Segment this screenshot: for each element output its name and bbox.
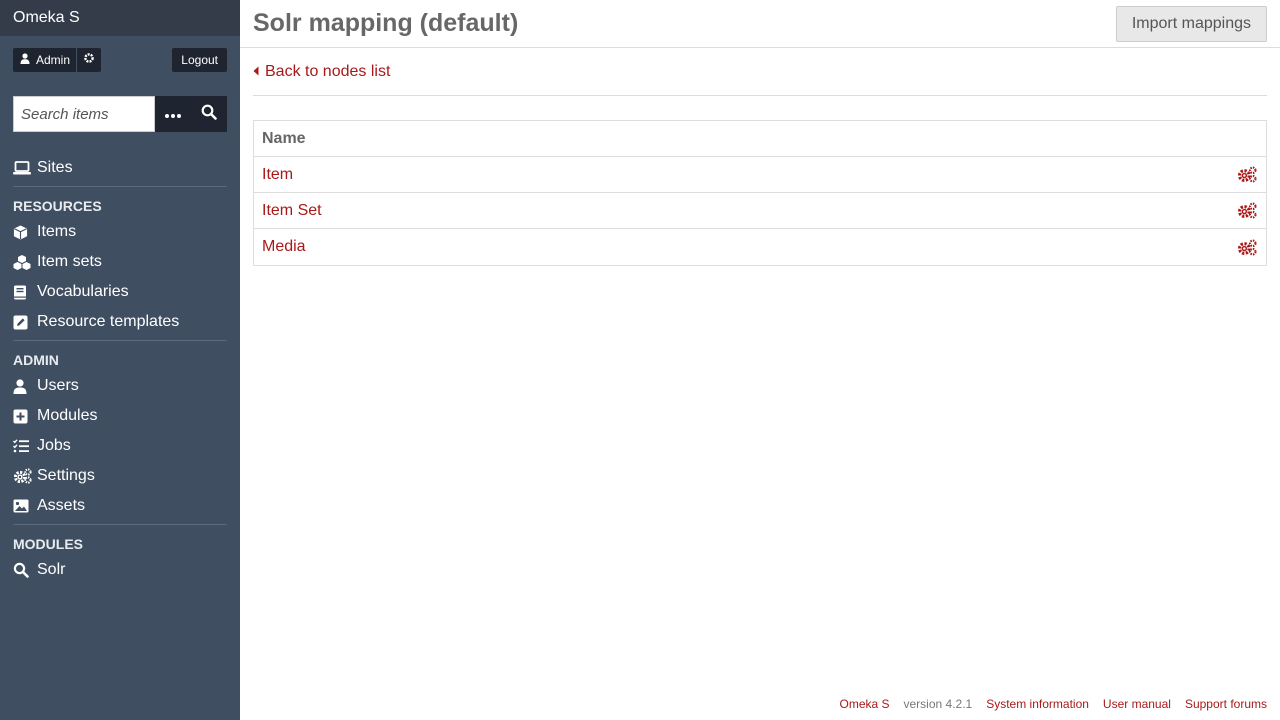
cogs-icon[interactable] xyxy=(1237,166,1258,183)
sidebar-item-label: Resource templates xyxy=(37,313,180,330)
footer-version: version 4.2.1 xyxy=(903,697,973,711)
user-icon xyxy=(13,378,37,394)
table-row: Item Set xyxy=(254,193,1266,229)
cogs-icon[interactable] xyxy=(1237,239,1258,256)
footer-user-manual-link[interactable]: User manual xyxy=(1103,697,1171,711)
sidebar-item-items[interactable]: Items xyxy=(13,217,227,247)
sidebar-item-sites[interactable]: Sites xyxy=(13,153,227,183)
back-to-nodes-link[interactable]: Back to nodes list xyxy=(253,63,390,81)
user-icon xyxy=(20,53,30,67)
sidebar-item-label: Items xyxy=(37,223,77,240)
sidebar-item-modules[interactable]: Modules xyxy=(13,401,227,431)
caret-left-icon xyxy=(253,63,259,81)
divider xyxy=(13,340,227,341)
cogs-icon[interactable] xyxy=(1237,202,1258,219)
sidebar-item-solr[interactable]: Solr xyxy=(13,555,227,585)
logout-button[interactable]: Logout xyxy=(172,48,227,72)
sidebar-nav: Sites Resources Items Item sets Vocabula… xyxy=(13,153,227,585)
back-row: Back to nodes list xyxy=(253,48,1267,96)
footer: Omeka S version 4.2.1 System information… xyxy=(839,697,1267,711)
footer-system-info-link[interactable]: System information xyxy=(986,697,1089,711)
row-link-item-set[interactable]: Item Set xyxy=(262,202,322,220)
ellipsis-icon xyxy=(165,105,181,123)
footer-support-link[interactable]: Support forums xyxy=(1185,697,1267,711)
sidebar-item-resource-templates[interactable]: Resource templates xyxy=(13,307,227,337)
table-row: Item xyxy=(254,157,1266,193)
import-mappings-button[interactable]: Import mappings xyxy=(1115,6,1267,42)
cubes-icon xyxy=(13,254,37,270)
search-icon xyxy=(201,104,217,125)
sidebar-item-users[interactable]: Users xyxy=(13,371,227,401)
sidebar-item-item-sets[interactable]: Item sets xyxy=(13,247,227,277)
user-button[interactable]: Admin xyxy=(13,48,76,72)
back-link-label: Back to nodes list xyxy=(265,62,391,80)
sidebar-item-settings[interactable]: Settings xyxy=(13,461,227,491)
sidebar-item-label: Jobs xyxy=(37,437,71,454)
sidebar-item-label: Sites xyxy=(37,159,73,176)
book-icon xyxy=(13,285,37,300)
sidebar-item-label: Vocabularies xyxy=(37,283,129,300)
user-name: Admin xyxy=(36,53,71,67)
table-row: Media xyxy=(254,229,1266,265)
search-input[interactable] xyxy=(13,96,155,132)
gear-icon xyxy=(83,51,95,69)
footer-brand-link[interactable]: Omeka S xyxy=(839,697,889,711)
user-bar: Admin Logout xyxy=(13,48,227,72)
search-form xyxy=(13,96,227,132)
sidebar-item-label: Solr xyxy=(37,561,66,578)
user-settings-button[interactable] xyxy=(77,48,101,72)
plus-square-icon xyxy=(13,409,37,424)
sidebar-item-assets[interactable]: Assets xyxy=(13,491,227,521)
mapping-table: Name Item Item Set Media xyxy=(253,120,1267,266)
sidebar: Omeka S Admin Logout Search items Sites … xyxy=(0,0,240,720)
page-title: Solr mapping (default) xyxy=(253,9,519,37)
tasks-icon xyxy=(13,439,37,453)
image-icon xyxy=(13,499,37,513)
advanced-search-button[interactable] xyxy=(155,96,191,132)
search-submit-button[interactable] xyxy=(191,96,227,132)
sidebar-item-label: Assets xyxy=(37,497,86,514)
page-header: Solr mapping (default) Import mappings xyxy=(240,0,1280,48)
divider xyxy=(13,186,227,187)
sidebar-item-label: Modules xyxy=(37,407,98,424)
app-title[interactable]: Omeka S xyxy=(0,0,240,36)
sidebar-item-label: Users xyxy=(37,377,79,394)
nav-heading-admin: Admin xyxy=(13,352,59,368)
main-content: Solr mapping (default) Import mappings B… xyxy=(240,0,1280,720)
sidebar-item-label: Item sets xyxy=(37,253,102,270)
nav-heading-resources: Resources xyxy=(13,198,102,214)
nav-heading-modules: Modules xyxy=(13,536,83,552)
sidebar-item-vocabularies[interactable]: Vocabularies xyxy=(13,277,227,307)
sidebar-item-label: Settings xyxy=(37,467,95,484)
cogs-icon xyxy=(13,468,37,484)
divider xyxy=(13,524,227,525)
column-header-name: Name xyxy=(254,121,1266,157)
row-link-media[interactable]: Media xyxy=(262,238,306,256)
sidebar-item-jobs[interactable]: Jobs xyxy=(13,431,227,461)
row-link-item[interactable]: Item xyxy=(262,166,293,184)
laptop-icon xyxy=(13,161,37,175)
search-icon xyxy=(13,562,37,578)
edit-icon xyxy=(13,315,37,330)
cube-icon xyxy=(13,224,37,240)
